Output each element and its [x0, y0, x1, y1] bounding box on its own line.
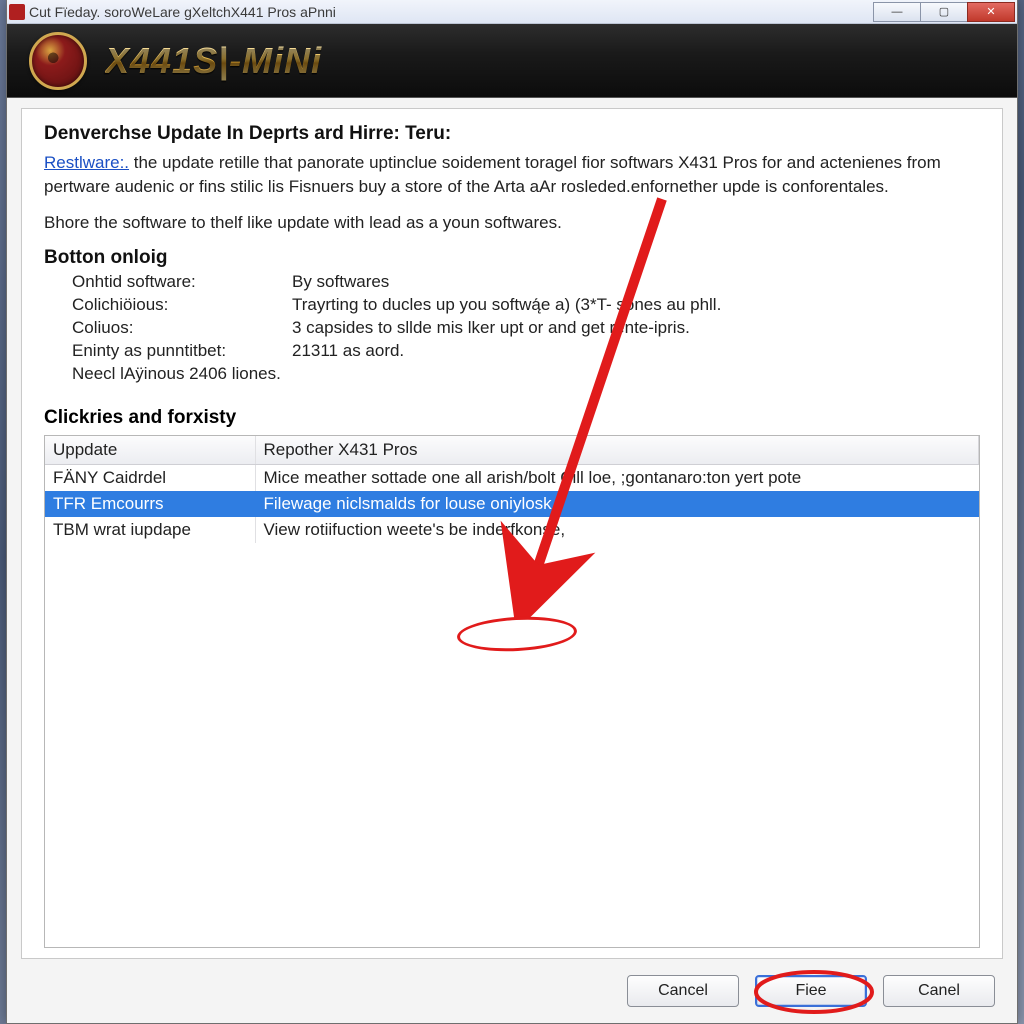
- cell-description: Filewage niclsmalds for louse oniylosk.: [255, 491, 979, 517]
- window-controls: — ▢ ✕: [874, 2, 1015, 22]
- cell-update: TFR Emcourrs: [45, 491, 255, 517]
- detail-value: By softwares: [292, 272, 980, 292]
- cell-description: View rotiifuction weete's be inderfkonse…: [255, 517, 979, 543]
- cancel-button[interactable]: Cancel: [627, 975, 739, 1007]
- product-title: X441S|-MiNi: [105, 40, 322, 82]
- detail-row: Coliuos:3 capsides to sllde mis lker upt…: [72, 318, 980, 338]
- detail-row: Neecl lAÿinous 2406 liones.: [72, 364, 980, 384]
- table-row[interactable]: TBM wrat iupdapeView rotiifuction weete'…: [45, 517, 979, 543]
- detail-key: Colichiöious:: [72, 295, 292, 315]
- intro-heading: Denverchse Update In Deprts ard Hirre: T…: [44, 123, 980, 145]
- table-row[interactable]: TFR EmcourrsFilewage niclsmalds for lous…: [45, 491, 979, 517]
- table-row[interactable]: FÄNY CaidrdelMice meather sottade one al…: [45, 464, 979, 491]
- cell-update: TBM wrat iupdape: [45, 517, 255, 543]
- dialog-window: Cut Fïeday. soroWeLare gXeltchX441 Pros …: [6, 0, 1018, 1024]
- detail-value: 21311 as aord.: [292, 341, 980, 361]
- restlware-link[interactable]: Restlware:.: [44, 153, 129, 172]
- header-band: X441S|-MiNi: [7, 24, 1017, 98]
- detail-key: Coliuos:: [72, 318, 292, 338]
- col-header-update[interactable]: Uppdate: [45, 436, 255, 465]
- intro-subline: Bhore the software to thelf like update …: [44, 213, 980, 233]
- details-block: Onhtid software:By softwaresColichiöious…: [44, 269, 980, 387]
- cell-description: Mice meather sottade one all arish/bolt …: [255, 464, 979, 491]
- minimize-button[interactable]: —: [873, 2, 921, 22]
- detail-key: Eninty as punntitbet:: [72, 341, 292, 361]
- canel-button[interactable]: Canel: [883, 975, 995, 1007]
- detail-row: Onhtid software:By softwares: [72, 272, 980, 292]
- detail-key: Onhtid software:: [72, 272, 292, 292]
- cell-update: FÄNY Caidrdel: [45, 464, 255, 491]
- maximize-button[interactable]: ▢: [920, 2, 968, 22]
- col-header-repother[interactable]: Repother X431 Pros: [255, 436, 979, 465]
- product-logo-icon: [29, 32, 87, 90]
- intro-text: Restlware:. the update retille that pano…: [44, 151, 980, 199]
- list-title: Clickries and forxisty: [44, 407, 980, 429]
- detail-key: Neecl lAÿinous 2406 liones.: [72, 364, 292, 384]
- detail-row: Colichiöious:Trayrting to ducles up you …: [72, 295, 980, 315]
- detail-row: Eninty as punntitbet:21311 as aord.: [72, 341, 980, 361]
- detail-value: 3 capsides to sllde mis lker upt or and …: [292, 318, 980, 338]
- button-row: Cancel Fiee Canel: [7, 965, 1017, 1023]
- close-button[interactable]: ✕: [967, 2, 1015, 22]
- content-area: Denverchse Update In Deprts ard Hirre: T…: [21, 108, 1003, 959]
- detail-value: [292, 364, 980, 384]
- section2-title: Botton onloig: [44, 247, 980, 269]
- titlebar[interactable]: Cut Fïeday. soroWeLare gXeltchX441 Pros …: [7, 0, 1017, 24]
- update-table[interactable]: Uppdate Repother X431 Pros FÄNY Caidrdel…: [44, 435, 980, 948]
- detail-value: Trayrting to ducles up you softwą́e a) (…: [292, 295, 980, 315]
- primary-button[interactable]: Fiee: [755, 975, 867, 1007]
- app-icon: [9, 4, 25, 20]
- window-title: Cut Fïeday. soroWeLare gXeltchX441 Pros …: [29, 4, 874, 20]
- intro-body: the update retille that panorate uptincl…: [44, 153, 941, 196]
